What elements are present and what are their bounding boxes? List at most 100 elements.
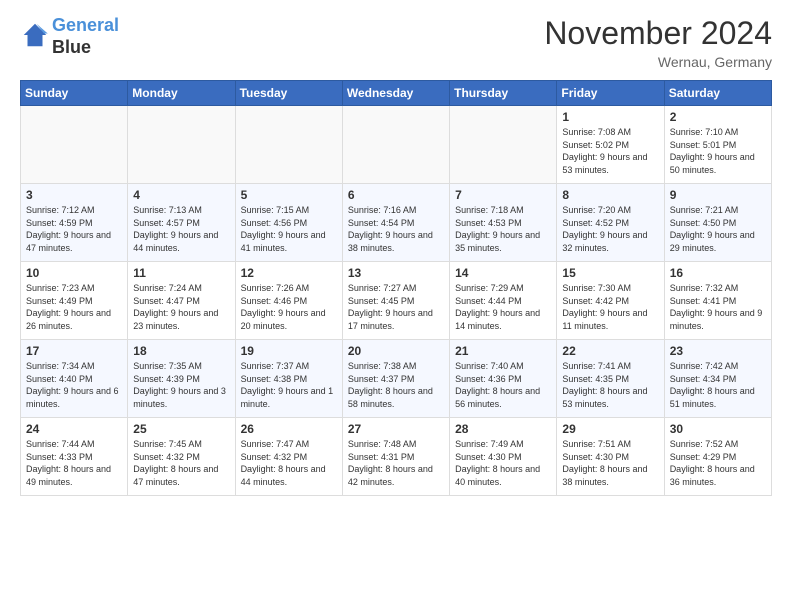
day-info: Sunrise: 7:47 AMSunset: 4:32 PMDaylight:…	[241, 438, 337, 488]
day-info: Sunrise: 7:49 AMSunset: 4:30 PMDaylight:…	[455, 438, 551, 488]
day-info: Sunrise: 7:10 AMSunset: 5:01 PMDaylight:…	[670, 126, 766, 176]
day-info: Sunrise: 7:16 AMSunset: 4:54 PMDaylight:…	[348, 204, 444, 254]
day-number: 15	[562, 266, 658, 280]
day-number: 3	[26, 188, 122, 202]
day-number: 8	[562, 188, 658, 202]
day-number: 29	[562, 422, 658, 436]
col-friday: Friday	[557, 81, 664, 106]
table-row: 21 Sunrise: 7:40 AMSunset: 4:36 PMDayligh…	[450, 340, 557, 418]
logo-text: General Blue	[52, 15, 119, 58]
col-sunday: Sunday	[21, 81, 128, 106]
day-info: Sunrise: 7:41 AMSunset: 4:35 PMDaylight:…	[562, 360, 658, 410]
logo-icon	[20, 20, 50, 50]
table-row: 8 Sunrise: 7:20 AMSunset: 4:52 PMDaylight…	[557, 184, 664, 262]
day-number: 13	[348, 266, 444, 280]
day-info: Sunrise: 7:20 AMSunset: 4:52 PMDaylight:…	[562, 204, 658, 254]
table-row: 22 Sunrise: 7:41 AMSunset: 4:35 PMDayligh…	[557, 340, 664, 418]
day-number: 1	[562, 110, 658, 124]
day-number: 12	[241, 266, 337, 280]
day-number: 30	[670, 422, 766, 436]
table-row: 6 Sunrise: 7:16 AMSunset: 4:54 PMDaylight…	[342, 184, 449, 262]
day-number: 7	[455, 188, 551, 202]
day-info: Sunrise: 7:23 AMSunset: 4:49 PMDaylight:…	[26, 282, 122, 332]
table-row: 23 Sunrise: 7:42 AMSunset: 4:34 PMDayligh…	[664, 340, 771, 418]
col-wednesday: Wednesday	[342, 81, 449, 106]
day-number: 22	[562, 344, 658, 358]
table-row: 26 Sunrise: 7:47 AMSunset: 4:32 PMDayligh…	[235, 418, 342, 496]
table-row	[450, 106, 557, 184]
month-title: November 2024	[544, 15, 772, 52]
table-row: 27 Sunrise: 7:48 AMSunset: 4:31 PMDayligh…	[342, 418, 449, 496]
day-number: 6	[348, 188, 444, 202]
day-info: Sunrise: 7:12 AMSunset: 4:59 PMDaylight:…	[26, 204, 122, 254]
table-row: 4 Sunrise: 7:13 AMSunset: 4:57 PMDaylight…	[128, 184, 235, 262]
header: General Blue November 2024 Wernau, Germa…	[20, 15, 772, 70]
table-row	[235, 106, 342, 184]
day-info: Sunrise: 7:15 AMSunset: 4:56 PMDaylight:…	[241, 204, 337, 254]
table-row: 29 Sunrise: 7:51 AMSunset: 4:30 PMDayligh…	[557, 418, 664, 496]
day-number: 25	[133, 422, 229, 436]
table-row: 9Sunrise: 7:21 AMSunset: 4:50 PMDaylight…	[664, 184, 771, 262]
table-row: 16 Sunrise: 7:32 AMSunset: 4:41 PMDayligh…	[664, 262, 771, 340]
col-thursday: Thursday	[450, 81, 557, 106]
calendar-week-row: 17Sunrise: 7:34 AMSunset: 4:40 PMDayligh…	[21, 340, 772, 418]
table-row: 24 Sunrise: 7:44 AMSunset: 4:33 PMDayligh…	[21, 418, 128, 496]
col-saturday: Saturday	[664, 81, 771, 106]
day-info: Sunrise: 7:32 AMSunset: 4:41 PMDaylight:…	[670, 282, 766, 332]
day-info: Sunrise: 7:35 AMSunset: 4:39 PMDaylight:…	[133, 360, 229, 410]
table-row: 2 Sunrise: 7:10 AMSunset: 5:01 PMDaylight…	[664, 106, 771, 184]
day-info: Sunrise: 7:34 AMSunset: 4:40 PMDaylight:…	[26, 360, 122, 410]
day-info: Sunrise: 7:13 AMSunset: 4:57 PMDaylight:…	[133, 204, 229, 254]
day-number: 16	[670, 266, 766, 280]
table-row: 11 Sunrise: 7:24 AMSunset: 4:47 PMDayligh…	[128, 262, 235, 340]
logo-line2: Blue	[52, 37, 119, 59]
day-info: Sunrise: 7:44 AMSunset: 4:33 PMDaylight:…	[26, 438, 122, 488]
day-info: Sunrise: 7:42 AMSunset: 4:34 PMDaylight:…	[670, 360, 766, 410]
day-number: 26	[241, 422, 337, 436]
day-info: Sunrise: 7:37 AMSunset: 4:38 PMDaylight:…	[241, 360, 337, 410]
day-number: 23	[670, 344, 766, 358]
day-number: 28	[455, 422, 551, 436]
table-row	[21, 106, 128, 184]
day-number: 4	[133, 188, 229, 202]
day-info: Sunrise: 7:40 AMSunset: 4:36 PMDaylight:…	[455, 360, 551, 410]
day-number: 11	[133, 266, 229, 280]
col-tuesday: Tuesday	[235, 81, 342, 106]
table-row: 14 Sunrise: 7:29 AMSunset: 4:44 PMDayligh…	[450, 262, 557, 340]
logo-line1: General	[52, 15, 119, 35]
location: Wernau, Germany	[544, 54, 772, 70]
day-info: Sunrise: 7:27 AMSunset: 4:45 PMDaylight:…	[348, 282, 444, 332]
day-number: 24	[26, 422, 122, 436]
calendar: Sunday Monday Tuesday Wednesday Thursday…	[20, 80, 772, 496]
day-info: Sunrise: 7:18 AMSunset: 4:53 PMDaylight:…	[455, 204, 551, 254]
table-row	[128, 106, 235, 184]
day-number: 2	[670, 110, 766, 124]
logo: General Blue	[20, 15, 119, 58]
table-row: 13 Sunrise: 7:27 AMSunset: 4:45 PMDayligh…	[342, 262, 449, 340]
day-info: Sunrise: 7:26 AMSunset: 4:46 PMDaylight:…	[241, 282, 337, 332]
day-number: 20	[348, 344, 444, 358]
day-info: Sunrise: 7:30 AMSunset: 4:42 PMDaylight:…	[562, 282, 658, 332]
day-info: Sunrise: 7:08 AMSunset: 5:02 PMDaylight:…	[562, 126, 658, 176]
day-number: 27	[348, 422, 444, 436]
day-info: Sunrise: 7:51 AMSunset: 4:30 PMDaylight:…	[562, 438, 658, 488]
table-row: 30Sunrise: 7:52 AMSunset: 4:29 PMDayligh…	[664, 418, 771, 496]
title-block: November 2024 Wernau, Germany	[544, 15, 772, 70]
table-row	[342, 106, 449, 184]
day-number: 21	[455, 344, 551, 358]
table-row: 7 Sunrise: 7:18 AMSunset: 4:53 PMDaylight…	[450, 184, 557, 262]
day-info: Sunrise: 7:38 AMSunset: 4:37 PMDaylight:…	[348, 360, 444, 410]
calendar-week-row: 24 Sunrise: 7:44 AMSunset: 4:33 PMDayligh…	[21, 418, 772, 496]
day-number: 14	[455, 266, 551, 280]
day-info: Sunrise: 7:48 AMSunset: 4:31 PMDaylight:…	[348, 438, 444, 488]
calendar-header-row: Sunday Monday Tuesday Wednesday Thursday…	[21, 81, 772, 106]
day-info: Sunrise: 7:24 AMSunset: 4:47 PMDaylight:…	[133, 282, 229, 332]
table-row: 28 Sunrise: 7:49 AMSunset: 4:30 PMDayligh…	[450, 418, 557, 496]
calendar-week-row: 10Sunrise: 7:23 AMSunset: 4:49 PMDayligh…	[21, 262, 772, 340]
day-number: 18	[133, 344, 229, 358]
table-row: 10Sunrise: 7:23 AMSunset: 4:49 PMDayligh…	[21, 262, 128, 340]
table-row: 12 Sunrise: 7:26 AMSunset: 4:46 PMDayligh…	[235, 262, 342, 340]
day-info: Sunrise: 7:29 AMSunset: 4:44 PMDaylight:…	[455, 282, 551, 332]
table-row: 18 Sunrise: 7:35 AMSunset: 4:39 PMDayligh…	[128, 340, 235, 418]
table-row: 5Sunrise: 7:15 AMSunset: 4:56 PMDaylight…	[235, 184, 342, 262]
